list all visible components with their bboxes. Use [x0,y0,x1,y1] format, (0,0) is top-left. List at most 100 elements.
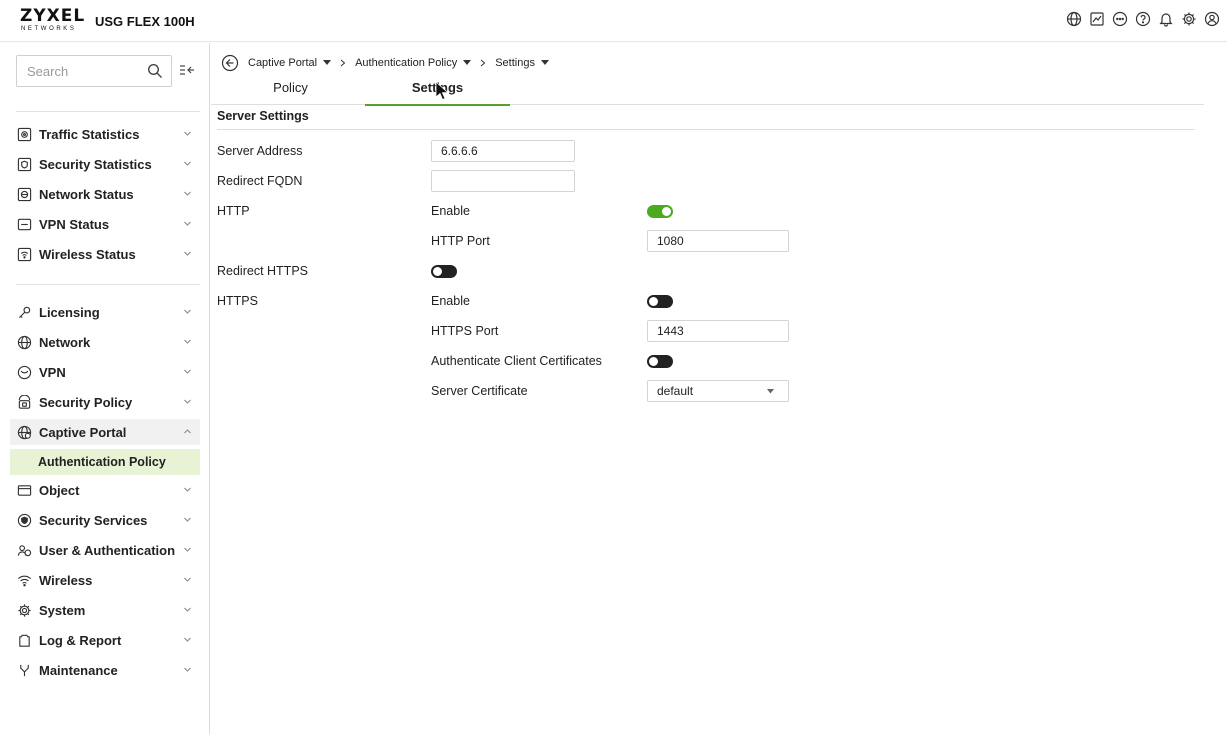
sidebar-item-security-services[interactable]: Security Services [16,507,200,533]
sidebar-subitem-authentication-policy[interactable]: Authentication Policy [10,449,200,475]
chevron-down-icon [184,399,191,404]
sidebar-item-maintenance[interactable]: Maintenance [16,657,200,683]
caret-down-icon [323,60,332,65]
redirect-https-toggle[interactable] [431,265,457,278]
redirect-fqdn-input[interactable] [431,170,575,192]
sidebar-item-label: Log & Report [39,632,122,648]
gear-icon [16,602,32,618]
sidebar-item-wireless-status[interactable]: Wireless Status [16,241,200,267]
sidebar-item-label: Object [39,482,80,498]
sidebar-item-vpn-status[interactable]: VPN Status [16,211,200,237]
user-icon[interactable] [1203,10,1221,28]
sidebar: Traffic Statistics Security Statistics N… [0,43,210,734]
back-arrow-icon[interactable] [221,54,239,72]
sidebar-item-traffic-statistics[interactable]: Traffic Statistics [16,121,200,147]
breadcrumb-settings[interactable]: Settings [495,57,549,69]
sidebar-item-vpn[interactable]: VPN [16,359,200,385]
chevron-down-icon [184,251,191,256]
gear-icon[interactable] [1180,10,1198,28]
bell-icon[interactable] [1157,10,1175,28]
sidebar-item-object[interactable]: Object [16,477,200,503]
sidebar-item-security-statistics[interactable]: Security Statistics [16,151,200,177]
key-icon [16,304,32,320]
chevron-right-icon [480,59,486,67]
search-input[interactable] [17,56,137,86]
sidebar-item-log-report[interactable]: Log & Report [16,627,200,653]
sidebar-item-label: Licensing [39,304,100,320]
object-icon [16,482,32,498]
sidebar-item-label: Network Status [39,186,134,202]
device-name: USG FLEX 100H [95,14,195,29]
auth-client-cert-toggle[interactable] [647,355,673,368]
globe-icon[interactable] [1065,10,1083,28]
wifi-icon [16,572,32,588]
chevron-down-icon [184,577,191,582]
chevron-down-icon [184,487,191,492]
https-port-label: HTTPS Port [431,324,499,338]
chevron-down-icon [184,607,191,612]
chevron-down-icon [184,637,191,642]
sidebar-item-system[interactable]: System [16,597,200,623]
caret-down-icon [540,60,549,65]
caret-down-icon [767,389,774,394]
captive-portal-icon [16,424,32,440]
sidebar-item-label: Security Services [39,512,148,528]
auth-client-cert-label: Authenticate Client Certificates [431,354,602,368]
https-enable-toggle[interactable] [647,295,673,308]
chevron-down-icon [184,131,191,136]
server-cert-select[interactable]: default [647,380,789,402]
breadcrumb-captive-portal[interactable]: Captive Portal [248,57,332,69]
tab-policy[interactable]: Policy [218,79,363,105]
sidebar-item-label: VPN Status [39,216,110,232]
sidebar-item-label: System [39,602,86,618]
top-icon-bar [1065,10,1221,28]
https-enable-label: Enable [431,294,470,308]
sidebar-item-captive-portal[interactable]: Captive Portal [10,419,200,445]
chevron-down-icon [184,667,191,672]
section-title: Server Settings [217,109,309,123]
sidebar-item-label: Maintenance [39,662,118,678]
http-enable-label: Enable [431,204,470,218]
sidebar-item-wireless[interactable]: Wireless [16,567,200,593]
sidebar-item-network-status[interactable]: Network Status [16,181,200,207]
logo-sub-text: NETWORKS [21,26,77,32]
network-status-icon [16,186,32,202]
server-address-input[interactable] [431,140,575,162]
vpn-icon [16,364,32,380]
chevron-down-icon [184,191,191,196]
help-icon[interactable] [1134,10,1152,28]
breadcrumb-label: Settings [495,57,535,69]
globe-icon [16,334,32,350]
breadcrumb-authentication-policy[interactable]: Authentication Policy [355,57,472,69]
chevron-down-icon [184,517,191,522]
sidebar-item-user-authentication[interactable]: User & Authentication [16,537,200,563]
chevron-up-icon [184,429,191,434]
chart-icon[interactable] [1088,10,1106,28]
http-port-input[interactable] [647,230,789,252]
sidebar-item-network[interactable]: Network [16,329,200,355]
traffic-icon [16,126,32,142]
sidebar-item-label: VPN [39,364,66,380]
https-port-input[interactable] [647,320,789,342]
chevron-right-icon [340,59,346,67]
section-divider [217,129,1195,130]
zyxel-logo[interactable]: ZYXEL NETWORKS [20,8,85,33]
chevron-down-icon [184,221,191,226]
sidebar-item-licensing[interactable]: Licensing [16,299,200,325]
search-box[interactable] [16,55,172,87]
mouse-cursor-icon [435,81,449,101]
tab-bar: Policy Settings [211,79,1204,106]
tools-icon [16,662,32,678]
wireless-status-icon [16,246,32,262]
breadcrumb-label: Captive Portal [248,57,318,69]
sidebar-item-label: Wireless Status [39,246,136,262]
collapse-sidebar-icon[interactable] [178,62,196,78]
chat-icon[interactable] [1111,10,1129,28]
sidebar-item-security-policy[interactable]: Security Policy [16,389,200,415]
vpn-status-icon [16,216,32,232]
security-stats-icon [16,156,32,172]
sidebar-item-label: Traffic Statistics [39,126,140,142]
search-icon[interactable] [147,63,163,79]
sidebar-item-label: User & Authentication [39,542,176,558]
http-enable-toggle[interactable] [647,205,673,218]
